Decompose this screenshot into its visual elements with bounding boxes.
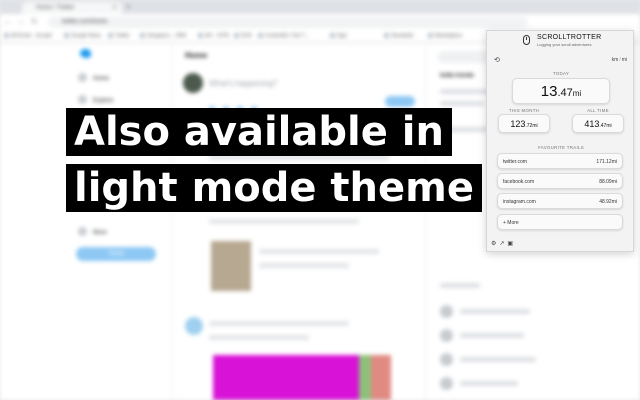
twitter-timeline: Home What's happening?	[172, 43, 427, 400]
trail-row[interactable]: facebook.com 88.09mi	[497, 173, 623, 189]
today-decimal: .47	[557, 87, 573, 99]
today-label: TODAY	[552, 71, 570, 76]
trend-item[interactable]	[440, 101, 484, 106]
trends-title: India trends	[440, 73, 475, 79]
popup-title: SCROLLTROTTER	[537, 34, 602, 41]
today-integer: 13	[540, 83, 558, 100]
bookmark-item[interactable]: Stocktwits	[384, 33, 414, 39]
unit-mi-option[interactable]: mi	[622, 57, 627, 63]
bookmark-item[interactable]: Sengaluru – JIRA	[140, 33, 186, 39]
forward-icon[interactable]: →	[17, 17, 25, 26]
twitter-logo-icon[interactable]	[80, 49, 91, 58]
avatar[interactable]	[440, 353, 453, 366]
month-card: 123.72mi	[498, 114, 550, 133]
today-card: 13.47mi	[512, 78, 610, 104]
trail-distance: 171.12mi	[596, 159, 617, 165]
headline-line-1: Also available in	[66, 108, 452, 156]
tweet-line	[209, 335, 309, 340]
avatar[interactable]	[440, 305, 453, 318]
more-label: + More	[503, 220, 519, 226]
bookmark-item[interactable]: Google News	[64, 33, 101, 39]
unit-km-option[interactable]: km	[612, 57, 619, 63]
bookmark-item[interactable]: Sign	[330, 33, 347, 39]
page-title: Home	[185, 51, 208, 60]
alltime-unit: mi	[606, 123, 612, 129]
month-unit: mi	[532, 123, 538, 129]
month-value: 123.72mi	[499, 119, 549, 129]
unit-toggle[interactable]: km/mi	[612, 57, 627, 63]
settings-icon[interactable]: ⚙	[491, 241, 496, 247]
today-value: 13.47mi	[513, 83, 609, 100]
tab-close-icon[interactable]: ✕	[112, 4, 117, 11]
share-icon[interactable]: ↗	[499, 241, 504, 247]
more-trails-button[interactable]: + More	[497, 214, 623, 230]
nav-explore[interactable]: Explore	[78, 95, 113, 104]
back-icon[interactable]: ←	[4, 17, 12, 26]
scrolltrotter-popup: SCROLLTROTTER Logging your scroll advent…	[486, 30, 634, 252]
bookmark-item[interactable]: All Email – Scroptr	[4, 33, 52, 39]
alltime-card: 413.47mi	[572, 114, 624, 133]
bookmark-item[interactable]: AH – ISTN	[198, 33, 229, 39]
tweet-media-strip	[359, 355, 371, 400]
tweet-image[interactable]	[211, 241, 251, 291]
tweet-media-strip	[371, 355, 391, 400]
composer-tools	[209, 99, 269, 112]
trails-label: FAVOURITE TRAILS	[538, 145, 584, 150]
bookmark-item[interactable]: Contentful / Get Y…	[258, 33, 310, 39]
refresh-icon[interactable]: ⟲	[494, 56, 500, 64]
bookmark-item[interactable]: DOS	[234, 33, 252, 39]
nav-more[interactable]: More	[78, 227, 107, 236]
browser-tabstrip: Home / Twitter ✕ +	[0, 0, 640, 14]
reload-icon[interactable]: ↻	[31, 17, 38, 26]
avatar[interactable]	[185, 317, 203, 335]
avatar[interactable]	[440, 329, 453, 342]
info-icon[interactable]: ▣	[507, 241, 513, 247]
trail-row[interactable]: instagram.com 48.92mi	[497, 193, 623, 209]
alltime-value: 413.47mi	[573, 119, 623, 129]
popup-subtitle: Logging your scroll adventures	[537, 42, 592, 47]
avatar[interactable]	[440, 377, 453, 390]
tweet-line	[209, 321, 349, 326]
avatar[interactable]	[183, 73, 203, 93]
composer-tweet-button[interactable]	[385, 96, 415, 107]
tweet-line	[259, 249, 379, 254]
month-integer: 123	[510, 119, 526, 129]
follow-suggestion[interactable]	[460, 333, 524, 338]
tweet-media[interactable]	[213, 355, 359, 400]
headline-line-2: light mode theme	[66, 164, 482, 212]
trail-row[interactable]: twitter.com 171.12mi	[497, 153, 623, 169]
address-bar[interactable]: twitter.com/home	[48, 17, 528, 28]
follow-suggestion[interactable]	[460, 309, 530, 314]
alltime-integer: 413	[584, 119, 600, 129]
tweet-line	[259, 263, 349, 268]
nav-home[interactable]: Home	[78, 73, 109, 82]
tab-title: Home / Twitter	[36, 5, 75, 11]
today-unit: mi	[572, 89, 582, 98]
follow-suggestion[interactable]	[460, 381, 518, 386]
month-label: THIS MONTH	[508, 108, 540, 113]
new-tab-icon[interactable]: +	[126, 2, 131, 11]
bookmark-item[interactable]: Twitter	[108, 33, 130, 39]
alltime-label: ALL TIME	[587, 108, 609, 113]
trail-site: instagram.com	[503, 199, 536, 205]
tweet-button[interactable]: Tweet	[76, 247, 156, 261]
trail-distance: 88.09mi	[599, 179, 617, 185]
mouse-icon	[523, 35, 530, 45]
trail-distance: 48.92mi	[599, 199, 617, 205]
bookmark-item[interactable]: Marketplace	[428, 33, 462, 39]
popup-footer: ⚙ ↗ ▣	[491, 240, 516, 247]
twitter-left-nav: Home Explore More Tweet	[74, 43, 170, 400]
trend-item[interactable]	[440, 283, 480, 288]
tweet-line	[209, 219, 359, 224]
composer-input[interactable]: What's happening?	[209, 79, 277, 88]
follow-suggestion[interactable]	[460, 357, 536, 362]
browser-tab[interactable]: Home / Twitter ✕	[22, 2, 122, 14]
popup-header: SCROLLTROTTER Logging your scroll advent…	[487, 31, 635, 51]
trail-site: twitter.com	[503, 159, 527, 165]
trail-site: facebook.com	[503, 179, 535, 185]
browser-toolbar: ← → ↻ twitter.com/home	[0, 14, 640, 31]
screenshot: Home / Twitter ✕ + ← → ↻ twitter.com/hom…	[0, 0, 640, 400]
